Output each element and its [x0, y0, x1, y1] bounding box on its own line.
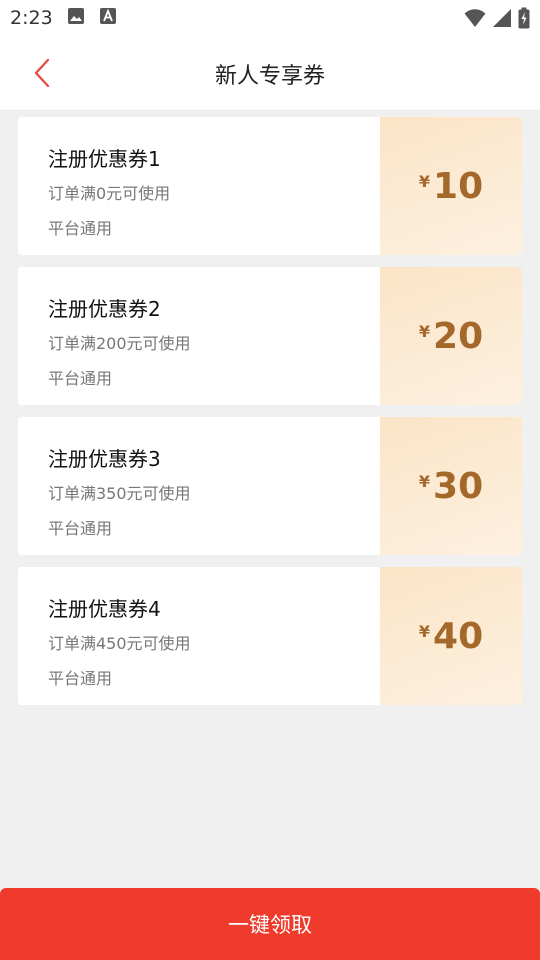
currency-symbol: ¥ — [418, 171, 431, 191]
status-bar: 2:23 — [0, 0, 540, 36]
page-title: 新人专享券 — [214, 64, 325, 89]
coupon-info: 注册优惠券3 订单满350元可使用 平台通用 — [18, 417, 380, 555]
coupon-amount: 30 — [433, 465, 484, 507]
currency-symbol: ¥ — [418, 621, 431, 641]
coupon-info: 注册优惠券4 订单满450元可使用 平台通用 — [18, 567, 380, 705]
coupon-condition: 订单满450元可使用 — [48, 634, 191, 653]
coupon-value-panel: ¥ 40 — [376, 567, 522, 705]
status-time: 2:23 — [10, 7, 53, 29]
coupon-card[interactable]: 注册优惠券3 订单满350元可使用 平台通用 ¥ 30 — [18, 417, 522, 555]
coupon-name: 注册优惠券2 — [48, 297, 161, 321]
coupon-name: 注册优惠券3 — [48, 447, 161, 471]
signal-icon — [492, 8, 512, 32]
coupon-list: 注册优惠券1 订单满0元可使用 平台通用 ¥ 10 注册优惠券2 订单满200元… — [18, 117, 522, 717]
coupon-name: 注册优惠券1 — [48, 147, 161, 171]
coupon-card[interactable]: 注册优惠券4 订单满450元可使用 平台通用 ¥ 40 — [18, 567, 522, 705]
coupon-value-panel: ¥ 10 — [376, 117, 522, 255]
coupon-info: 注册优惠券1 订单满0元可使用 平台通用 — [18, 117, 380, 255]
coupon-amount: 10 — [433, 165, 484, 207]
coupon-name: 注册优惠券4 — [48, 597, 161, 621]
currency-symbol: ¥ — [418, 471, 431, 491]
battery-icon — [518, 7, 530, 33]
coupon-condition: 订单满200元可使用 — [48, 334, 191, 353]
claim-all-label: 一键领取 — [228, 913, 312, 937]
claim-all-button[interactable]: 一键领取 — [0, 888, 540, 960]
coupon-condition: 订单满350元可使用 — [48, 484, 191, 503]
coupon-scope: 平台通用 — [48, 219, 113, 238]
coupon-scope: 平台通用 — [48, 669, 113, 688]
coupon-scope: 平台通用 — [48, 369, 113, 388]
coupon-value-panel: ¥ 20 — [376, 267, 522, 405]
coupon-amount: 20 — [433, 315, 484, 357]
coupon-value-panel: ¥ 30 — [376, 417, 522, 555]
image-icon — [67, 7, 85, 29]
top-nav-bar: 新人专享券 — [0, 36, 540, 111]
coupon-condition: 订单满0元可使用 — [48, 184, 171, 203]
coupon-scope: 平台通用 — [48, 519, 113, 538]
coupon-card[interactable]: 注册优惠券1 订单满0元可使用 平台通用 ¥ 10 — [18, 117, 522, 255]
coupon-card[interactable]: 注册优惠券2 订单满200元可使用 平台通用 ¥ 20 — [18, 267, 522, 405]
a-download-icon — [99, 7, 117, 29]
coupon-info: 注册优惠券2 订单满200元可使用 平台通用 — [18, 267, 380, 405]
wifi-icon — [464, 8, 486, 32]
coupon-amount: 40 — [433, 615, 484, 657]
currency-symbol: ¥ — [418, 321, 431, 341]
